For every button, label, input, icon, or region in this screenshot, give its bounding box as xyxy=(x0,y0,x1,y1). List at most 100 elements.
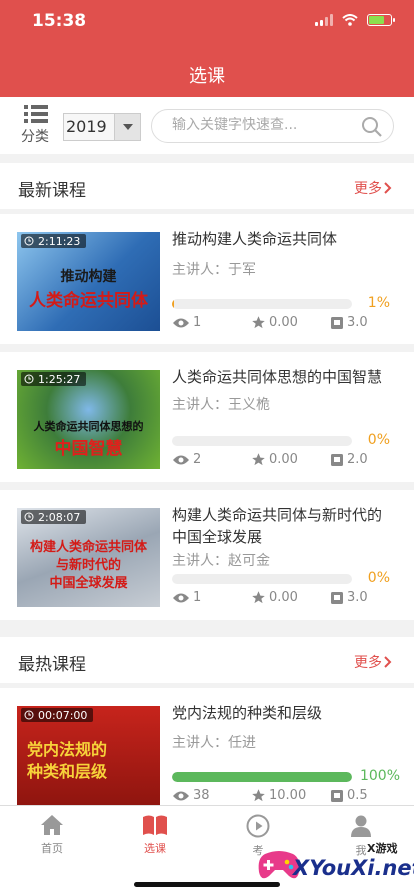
duration-badge: 2:11:23 xyxy=(21,234,87,248)
rating-value: 0.00 xyxy=(269,590,298,605)
category-button[interactable]: 分类 xyxy=(20,105,52,146)
duration-badge: 1:25:27 xyxy=(21,372,87,386)
eye-icon xyxy=(173,455,189,464)
views-count: 1 xyxy=(193,590,202,605)
watermark-brand: XYouXi.net xyxy=(293,856,414,880)
book-icon xyxy=(331,591,343,604)
progress-percent: 0% xyxy=(367,432,390,448)
credit-value: 3.0 xyxy=(347,590,368,605)
thumb-caption: 党内法规的 xyxy=(27,740,108,759)
play-circle-icon xyxy=(246,814,270,838)
rating-value: 0.00 xyxy=(269,315,298,330)
course-teacher: 主讲人：任进 xyxy=(172,735,256,751)
course-title: 构建人类命运共同体与新时代的中国全球发展 xyxy=(172,506,383,546)
star-icon xyxy=(252,316,265,329)
progress-bar xyxy=(172,772,352,782)
status-time: 15:38 xyxy=(32,11,87,31)
course-card[interactable]: 推动构建 人类命运共同体 2:11:23 推动构建人类命运共同体 主讲人：于军 … xyxy=(0,214,414,344)
star-icon xyxy=(252,789,265,802)
progress-fill xyxy=(172,772,352,782)
book-open-icon xyxy=(143,815,167,835)
more-label: 更多 xyxy=(354,655,382,671)
star-icon xyxy=(252,591,265,604)
latest-section-title: 最新课程 xyxy=(18,181,86,201)
latest-more-link[interactable]: 更多 xyxy=(354,178,392,198)
credit-value: 0.5 xyxy=(347,788,368,803)
thumb-caption: 中国全球发展 xyxy=(49,576,128,591)
eye-icon xyxy=(173,791,189,800)
list-icon xyxy=(24,105,48,123)
app-header: 15:38 选课 xyxy=(0,0,414,97)
course-thumbnail: 构建人类命运共同体 与新时代的 中国全球发展 2:08:07 xyxy=(17,508,160,607)
thumb-caption: 与新时代的 xyxy=(55,558,121,573)
chevron-down-icon xyxy=(114,114,140,140)
eye-icon xyxy=(173,318,189,327)
watermark: X游戏 XYouXi.net xyxy=(255,838,414,894)
course-teacher: 主讲人：于军 xyxy=(172,262,256,278)
course-thumbnail: 人类命运共同体思想的 中国智慧 1:25:27 xyxy=(17,370,160,469)
duration-text: 2:11:23 xyxy=(38,234,81,248)
thumb-caption: 种类和层级 xyxy=(27,762,108,781)
course-teacher: 主讲人：赵可金 xyxy=(172,553,270,569)
hot-more-link[interactable]: 更多 xyxy=(354,652,392,672)
search-box[interactable] xyxy=(151,109,394,143)
eye-icon xyxy=(173,593,189,602)
tab-courses[interactable]: 选课 xyxy=(120,814,190,856)
category-label: 分类 xyxy=(21,129,49,145)
duration-badge: 2:08:07 xyxy=(21,510,87,524)
course-title: 人类命运共同体思想的中国智慧 xyxy=(172,368,383,386)
star-icon xyxy=(252,453,265,466)
progress-percent: 0% xyxy=(367,570,390,586)
course-card[interactable]: 构建人类命运共同体 与新时代的 中国全球发展 2:08:07 构建人类命运共同体… xyxy=(0,490,414,620)
home-icon xyxy=(41,815,63,835)
course-card[interactable]: 人类命运共同体思想的 中国智慧 1:25:27 人类命运共同体思想的中国智慧 主… xyxy=(0,352,414,482)
hot-section-header: 最热课程 更多 xyxy=(0,637,414,683)
search-input[interactable] xyxy=(172,117,352,133)
chevron-right-icon xyxy=(384,656,392,668)
course-stats: 1 0.00 3.0 xyxy=(172,315,372,333)
credit-value: 3.0 xyxy=(347,315,368,330)
progress-percent: 1% xyxy=(367,295,390,311)
thumb-caption: 人类命运共同体 xyxy=(29,291,148,311)
duration-text: 2:08:07 xyxy=(38,510,81,524)
course-card[interactable]: 党内法规的 种类和层级 00:07:00 党内法规的种类和层级 主讲人：任进 1… xyxy=(0,688,414,805)
clock-icon xyxy=(24,374,34,384)
clock-icon xyxy=(24,512,34,522)
tab-label: 首页 xyxy=(41,842,63,855)
credit-value: 2.0 xyxy=(347,452,368,467)
watermark-sub: X游戏 xyxy=(367,842,398,855)
thumb-caption: 中国智慧 xyxy=(54,439,123,459)
filter-bar: 分类 2019 xyxy=(0,97,414,154)
more-label: 更多 xyxy=(354,181,382,197)
progress-bar xyxy=(172,574,352,584)
course-thumbnail: 党内法规的 种类和层级 00:07:00 xyxy=(17,706,160,805)
course-stats: 2 0.00 2.0 xyxy=(172,452,372,470)
course-stats: 1 0.00 3.0 xyxy=(172,590,372,608)
thumb-caption: 推动构建 xyxy=(60,269,117,285)
clock-icon xyxy=(24,236,34,246)
views-count: 2 xyxy=(193,452,202,467)
course-title: 推动构建人类命运共同体 xyxy=(172,230,338,248)
tab-label: 选课 xyxy=(144,842,166,855)
course-thumbnail: 推动构建 人类命运共同体 2:11:23 xyxy=(17,232,160,331)
clock-icon xyxy=(24,710,34,720)
signal-icon xyxy=(315,14,333,26)
thumb-caption: 人类命运共同体思想的 xyxy=(33,420,144,433)
year-value: 2019 xyxy=(66,117,107,136)
hot-section-title: 最热课程 xyxy=(18,655,86,675)
page-title: 选课 xyxy=(189,66,225,87)
duration-badge: 00:07:00 xyxy=(21,708,94,722)
tab-home[interactable]: 首页 xyxy=(17,814,87,856)
latest-section-header: 最新课程 更多 xyxy=(0,163,414,209)
views-count: 1 xyxy=(193,315,202,330)
thumb-caption: 构建人类命运共同体 xyxy=(29,540,147,555)
course-stats: 38 10.00 0.5 xyxy=(172,788,372,806)
user-icon xyxy=(351,815,371,837)
progress-percent: 100% xyxy=(359,768,400,784)
book-icon xyxy=(331,453,343,466)
book-icon xyxy=(331,316,343,329)
year-select[interactable]: 2019 xyxy=(63,113,141,141)
duration-text: 00:07:00 xyxy=(38,708,88,722)
wifi-icon xyxy=(342,14,358,26)
search-icon[interactable] xyxy=(361,116,383,138)
